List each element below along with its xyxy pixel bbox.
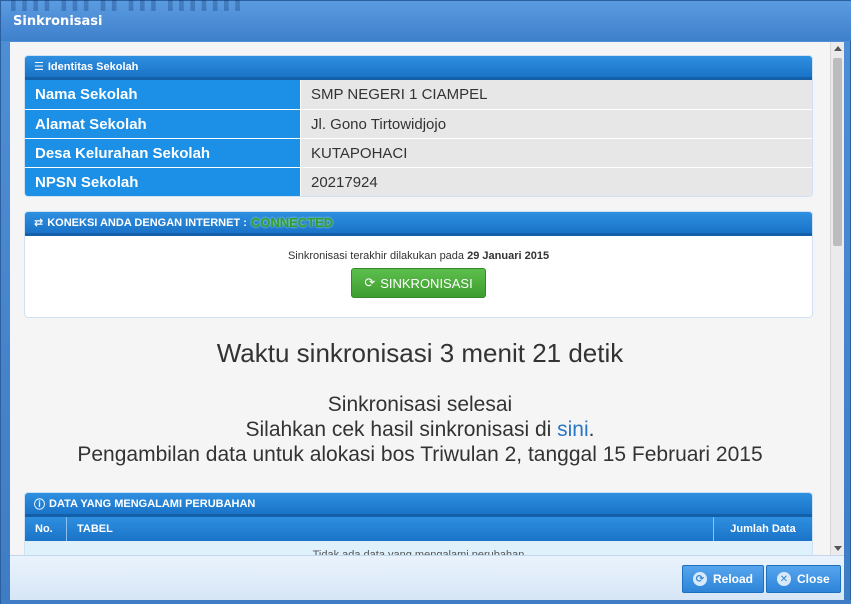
table-empty-message: Tidak ada data yang mengalami perubahan <box>25 541 812 555</box>
sync-dialog: ▌▌▌▌ ▌▌▌ ▌▌ ▌▌▌ ▌▌▌▌▌▌▌ Sinkronisasi ☰ I… <box>0 0 851 604</box>
last-sync-date: 29 Januari 2015 <box>467 250 550 262</box>
koneksi-heading: ⇄ KONEKSI ANDA DENGAN INTERNET : CONNECT… <box>25 212 812 236</box>
check-results-suffix: . <box>588 418 595 441</box>
results-link[interactable]: sini <box>557 418 589 441</box>
col-jumlah-data: Jumlah Data <box>730 523 796 535</box>
check-results-prefix: Silahkan cek hasil sinkronisasi di <box>245 418 552 441</box>
koneksi-panel: ⇄ KONEKSI ANDA DENGAN INTERNET : CONNECT… <box>24 211 813 318</box>
info-icon: ⓘ <box>34 498 45 511</box>
scroll-up-icon[interactable] <box>834 46 842 51</box>
bos-allocation-text: Pengambilan data untuk alokasi bos Triwu… <box>77 443 763 466</box>
perubahan-heading-label: DATA YANG MENGALAMI PERUBAHAN <box>49 497 256 510</box>
kv-key: Nama Sekolah <box>25 80 300 109</box>
close-button-label: Close <box>797 572 830 586</box>
perubahan-heading: ⓘ DATA YANG MENGALAMI PERUBAHAN <box>25 493 812 517</box>
dialog-content: ☰ Identitas Sekolah Nama Sekolah SMP NEG… <box>10 42 844 555</box>
row-alamat-sekolah: Alamat Sekolah Jl. Gono Tirtowidjojo <box>25 109 812 138</box>
row-npsn: NPSN Sekolah 20217924 <box>25 167 812 196</box>
close-icon: ✕ <box>777 572 791 586</box>
row-desa-kelurahan: Desa Kelurahan Sekolah KUTAPOHACI <box>25 138 812 167</box>
close-button[interactable]: ✕ Close <box>766 565 841 593</box>
check-results-line: Silahkan cek hasil sinkronisasi di sini. <box>10 417 830 442</box>
kv-value: 20217924 <box>300 168 812 196</box>
kv-value: Jl. Gono Tirtowidjojo <box>300 110 812 138</box>
background-title-ghost: ▌▌▌▌ ▌▌▌ ▌▌ ▌▌▌ ▌▌▌▌▌▌▌ <box>11 0 247 10</box>
reload-button-label: Reload <box>713 572 754 586</box>
list-icon: ☰ <box>34 61 44 73</box>
vertical-scrollbar[interactable] <box>830 42 844 555</box>
exchange-icon: ⇄ <box>34 217 44 229</box>
last-sync-prefix: Sinkronisasi terakhir dilakukan pada <box>287 250 465 262</box>
identitas-heading-label: Identitas Sekolah <box>47 60 139 73</box>
sync-button[interactable]: ⟳ SINKRONISASI <box>351 268 486 298</box>
dialog-footer: ⟳ Reload ✕ Close <box>10 555 844 600</box>
kv-value: SMP NEGERI 1 CIAMPEL <box>300 80 812 109</box>
refresh-icon: ⟳ <box>693 572 707 586</box>
identitas-table: Nama Sekolah SMP NEGERI 1 CIAMPEL Alamat… <box>25 80 812 196</box>
reload-button[interactable]: ⟳ Reload <box>682 565 765 593</box>
kv-key: Desa Kelurahan Sekolah <box>25 139 300 167</box>
sync-finished-text: Sinkronisasi selesai <box>327 393 513 416</box>
col-tabel: TABEL <box>67 517 714 541</box>
sync-body: Sinkronisasi terakhir dilakukan pada 29 … <box>25 236 812 298</box>
titlebar[interactable]: ▌▌▌▌ ▌▌▌ ▌▌ ▌▌▌ ▌▌▌▌▌▌▌ Sinkronisasi <box>1 0 851 41</box>
last-sync-note: Sinkronisasi terakhir dilakukan pada 29 … <box>25 250 812 262</box>
identitas-panel: ☰ Identitas Sekolah Nama Sekolah SMP NEG… <box>24 55 813 197</box>
perubahan-table-header: No. TABEL Jumlah Data <box>25 517 812 541</box>
perubahan-panel: ⓘ DATA YANG MENGALAMI PERUBAHAN No. TABE… <box>24 492 813 555</box>
sync-duration: Waktu sinkronisasi 3 menit 21 detik <box>216 338 624 368</box>
col-no: No. <box>25 517 67 541</box>
scroll-thumb[interactable] <box>833 58 842 246</box>
connection-status: CONNECTED <box>250 215 334 230</box>
kv-key: Alamat Sekolah <box>25 110 300 138</box>
koneksi-heading-label: KONEKSI ANDA DENGAN INTERNET : <box>47 216 247 229</box>
dialog-title: Sinkronisasi <box>13 14 103 29</box>
scroll-down-icon[interactable] <box>834 546 842 551</box>
identitas-heading: ☰ Identitas Sekolah <box>25 56 812 80</box>
window-bottom-border <box>1 600 851 604</box>
scroll-area: ☰ Identitas Sekolah Nama Sekolah SMP NEG… <box>10 42 830 555</box>
refresh-icon: ⟳ <box>364 275 376 290</box>
row-nama-sekolah: Nama Sekolah SMP NEGERI 1 CIAMPEL <box>25 80 812 109</box>
kv-key: NPSN Sekolah <box>25 168 300 196</box>
sync-button-label: SINKRONISASI <box>380 275 473 291</box>
kv-value: KUTAPOHACI <box>300 139 812 167</box>
